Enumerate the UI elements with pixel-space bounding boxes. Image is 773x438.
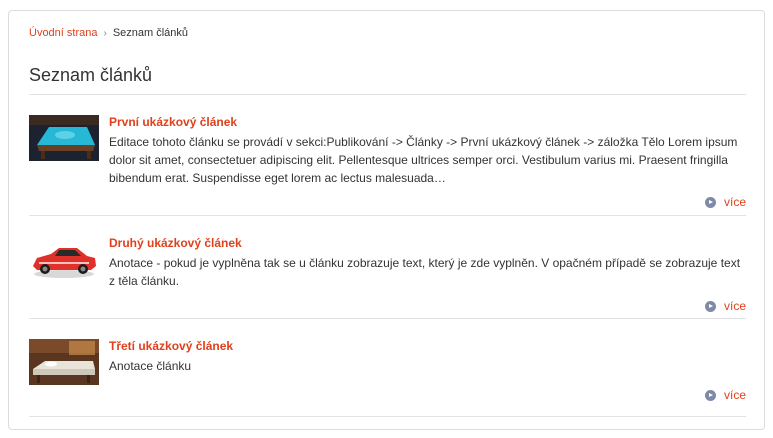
article-text: Anotace článku (109, 359, 192, 373)
article-thumbnail-pool-table[interactable] (29, 115, 99, 161)
arrow-right-circle-icon (704, 300, 716, 312)
divider (29, 215, 746, 216)
article-list-panel: Úvodní strana › Seznam článků Seznam člá… (8, 10, 765, 430)
breadcrumb-current: Seznam článků (112, 27, 189, 39)
divider (29, 416, 746, 417)
more-link[interactable]: více (704, 195, 746, 209)
more-link[interactable]: více (704, 388, 746, 402)
more-link[interactable]: více (704, 299, 746, 313)
arrow-right-circle-icon (704, 389, 716, 401)
more-link-label: více (723, 195, 746, 209)
article-title-link[interactable]: Třetí ukázkový článek (109, 339, 233, 353)
breadcrumb: Úvodní strana › Seznam článků (29, 27, 188, 39)
page-title: Seznam článků (29, 65, 153, 85)
arrow-right-circle-icon (704, 196, 716, 208)
article-item: První ukázkový článek Editace tohoto člá… (29, 115, 746, 209)
article-thumbnail-red-car[interactable] (29, 236, 99, 282)
breadcrumb-separator: › (103, 27, 107, 39)
more-link-label: více (723, 388, 746, 402)
red-car-image (29, 236, 99, 282)
article-thumbnail-massage-bed[interactable] (29, 339, 99, 385)
pool-table-image (29, 115, 99, 161)
article-title-link[interactable]: První ukázkový článek (109, 115, 237, 129)
article-text: Anotace - pokud je vyplněna tak se u člá… (109, 256, 741, 288)
divider (29, 318, 746, 319)
article-text: Editace tohoto článku se provádí v sekci… (109, 135, 738, 185)
article-item: Druhý ukázkový článek Anotace - pokud je… (29, 236, 746, 313)
massage-bed-image (29, 339, 99, 385)
article-title-link[interactable]: Druhý ukázkový článek (109, 236, 242, 250)
divider (29, 94, 746, 95)
article-item: Třetí ukázkový článek Anotace článku víc… (29, 339, 746, 402)
breadcrumb-home-link[interactable]: Úvodní strana (29, 27, 97, 39)
more-link-label: více (723, 299, 746, 313)
